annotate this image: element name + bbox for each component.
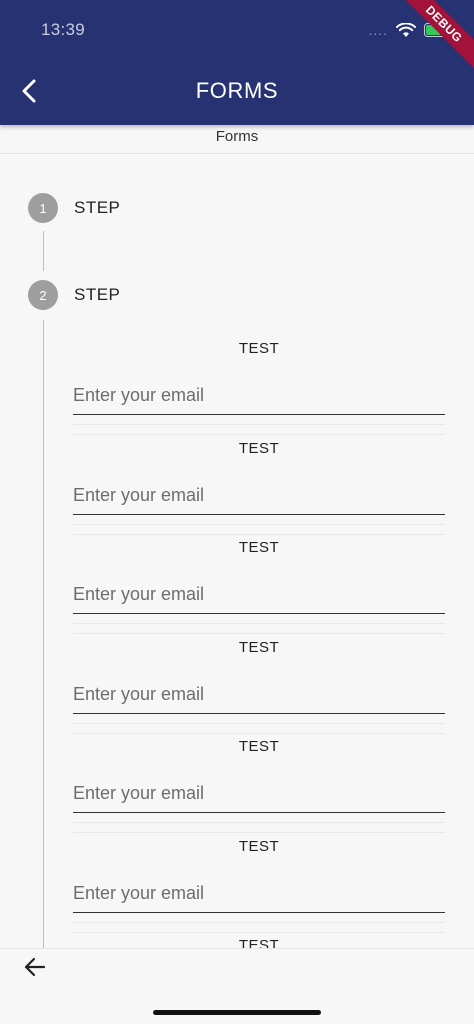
arrow-left-icon[interactable] (22, 954, 48, 980)
email-field[interactable] (73, 464, 445, 515)
form-item: TEST (73, 935, 445, 948)
email-field[interactable] (73, 564, 445, 614)
divider (73, 533, 445, 535)
form-label: TEST (238, 439, 280, 457)
form-item: TEST (73, 338, 445, 438)
form-list[interactable]: TEST TEST TEST TEST TEST TEST TEST (73, 338, 445, 948)
divider (73, 623, 445, 624)
app-bar: 13:39 .... DEBUG FORMS (0, 0, 474, 125)
email-field[interactable] (73, 763, 445, 813)
form-item: TEST (73, 438, 445, 538)
divider (73, 832, 445, 833)
step-number-badge: 1 (28, 193, 58, 223)
step-connector (43, 231, 44, 271)
form-label: TEST (238, 638, 280, 656)
step-number-badge: 2 (28, 280, 58, 310)
form-label: TEST (238, 837, 280, 855)
step-2[interactable]: 2 STEP (28, 280, 120, 310)
divider (73, 921, 445, 923)
divider (73, 424, 445, 425)
form-item: TEST (73, 736, 445, 836)
form-label: TEST (238, 937, 280, 948)
bottom-bar (0, 948, 474, 1024)
email-field[interactable] (73, 365, 445, 415)
step-connector (43, 320, 44, 948)
form-item: TEST (73, 836, 445, 936)
home-indicator (153, 1010, 321, 1015)
step-label: STEP (74, 285, 121, 304)
form-item: TEST (73, 537, 445, 637)
email-field[interactable] (73, 862, 445, 913)
step-label: STEP (74, 198, 121, 217)
status-time: 13:39 (41, 20, 86, 39)
email-field[interactable] (73, 663, 445, 714)
form-item: TEST (73, 637, 445, 737)
page-subtitle: Forms (215, 128, 259, 145)
wifi-icon (396, 22, 416, 37)
step-1[interactable]: 1 STEP (28, 193, 120, 223)
divider (73, 434, 445, 435)
form-label: TEST (238, 340, 280, 357)
divider (73, 523, 445, 525)
divider (0, 153, 474, 154)
divider (73, 822, 445, 823)
divider (73, 722, 445, 724)
form-label: TEST (238, 738, 280, 755)
signal-icon: .... (368, 22, 388, 38)
divider (73, 931, 445, 933)
form-label: TEST (238, 539, 280, 556)
divider (73, 732, 445, 734)
page-title: FORMS (195, 78, 279, 103)
divider (73, 633, 445, 634)
